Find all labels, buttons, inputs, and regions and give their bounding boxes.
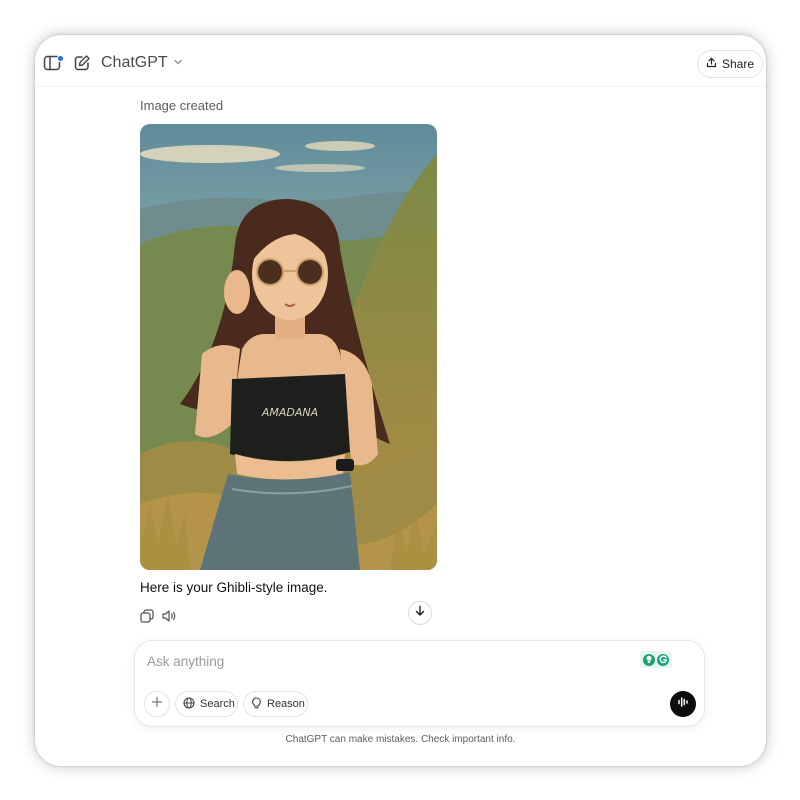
reason-toggle[interactable]: Reason — [243, 691, 308, 717]
search-label: Search — [200, 698, 235, 710]
image-status: Image created — [140, 98, 224, 113]
model-name: ChatGPT — [101, 54, 168, 71]
search-toggle[interactable]: Search — [175, 691, 238, 717]
speaker-icon[interactable] — [161, 608, 177, 624]
scroll-down-button[interactable] — [408, 601, 432, 625]
share-upload-icon — [706, 57, 717, 71]
new-chat-icon[interactable] — [73, 54, 91, 72]
globe-icon — [183, 696, 195, 712]
arrow-down-icon — [414, 604, 426, 622]
generated-image[interactable]: AMADANA — [140, 124, 437, 570]
share-label: Share — [721, 57, 755, 71]
copy-icon[interactable] — [139, 608, 155, 624]
disclaimer: ChatGPT can make mistakes. Check importa… — [285, 734, 516, 745]
share-button[interactable]: Share — [697, 50, 763, 78]
attach-button[interactable] — [144, 691, 170, 717]
browser-extension-icons — [640, 651, 672, 668]
grammarly-icon[interactable] — [657, 653, 669, 666]
model-selector[interactable]: ChatGPT — [101, 52, 183, 74]
reason-label: Reason — [267, 698, 305, 710]
plus-icon — [151, 695, 163, 713]
lightbulb-icon — [251, 696, 262, 712]
prompt-input[interactable] — [147, 651, 627, 671]
voice-waveform-icon — [677, 695, 689, 713]
top-bar: ChatGPT Share — [35, 35, 766, 87]
chevron-down-icon — [173, 54, 183, 72]
message-composer: Search Reason — [134, 640, 705, 727]
extension-bulb-icon[interactable] — [643, 653, 655, 666]
notification-dot — [57, 55, 64, 62]
assistant-reply: Here is your Ghibli-style image. — [140, 580, 328, 595]
shirt-print-text: AMADANA — [261, 406, 318, 419]
chat-window: ChatGPT Share Image created AMADANA Here… — [35, 35, 766, 766]
voice-mode-button[interactable] — [670, 691, 696, 717]
